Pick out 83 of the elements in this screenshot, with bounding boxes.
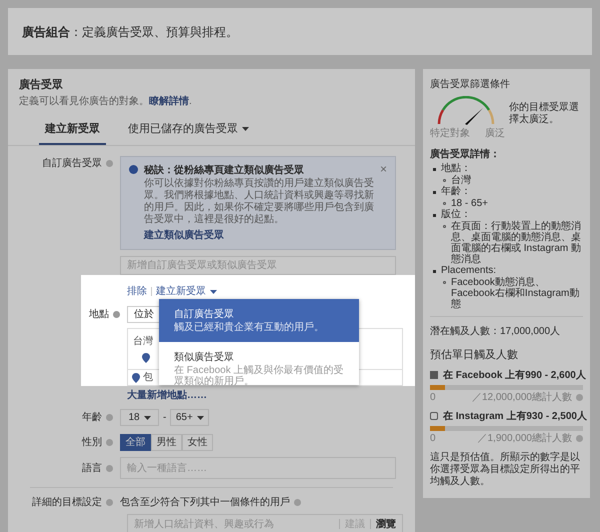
field-label: 語言	[82, 462, 102, 476]
bullet-icon	[443, 202, 446, 205]
section-title: 廣告受眾	[18, 78, 64, 93]
reach-min: 0	[430, 390, 436, 404]
gender-option[interactable]: 全部	[120, 434, 151, 451]
info-icon	[294, 499, 301, 506]
age-separator: -	[162, 411, 168, 425]
info-icon	[106, 160, 113, 167]
menu-item-title: 自訂廣告受眾	[174, 308, 235, 322]
language-field[interactable]: 輸入一種語言……	[120, 457, 396, 479]
reach-total: ／12,000,000總計人數	[472, 390, 572, 404]
page-title: 廣告組合：定義廣告受眾、預算與排程。	[22, 24, 238, 40]
gauge-drawing	[435, 96, 497, 126]
bullet-icon	[433, 168, 436, 170]
info-icon	[106, 414, 113, 421]
create-lookalike-link[interactable]: 建立類似廣告受眾	[144, 228, 374, 243]
info-icon	[106, 464, 113, 472]
detail-value: 18 - 65+	[451, 198, 488, 209]
browse-button[interactable]: 瀏覽	[371, 516, 396, 532]
age-min-select[interactable]: 18	[120, 409, 159, 426]
exclude-link[interactable]: 排除	[127, 284, 147, 299]
platform-reach: 在 Instagram 上有930 - 2,500人	[443, 410, 587, 424]
create-audience-link[interactable]: 建立新受眾	[156, 284, 217, 299]
pin-icon	[142, 353, 150, 363]
gauge-label: 廣泛	[485, 126, 505, 141]
bullet-icon	[443, 281, 446, 284]
age-max-select[interactable]: 65+	[170, 409, 210, 426]
reach-total: ／1,900,000總計人數	[478, 432, 572, 446]
detail-label: 版位：	[441, 209, 471, 221]
detail-value: 台灣	[451, 175, 471, 186]
menu-item-title: 類似廣告受眾	[174, 350, 235, 364]
include-label: 包	[143, 371, 153, 385]
reach-min: 0	[430, 432, 436, 446]
detail-label: Placements:	[441, 265, 496, 277]
caret-icon	[144, 416, 151, 420]
audience-tab[interactable]: 建立新受眾	[39, 120, 106, 145]
caret-icon	[196, 416, 204, 420]
field-label: 詳細的目標設定	[32, 496, 102, 510]
country-label: 台灣	[133, 334, 153, 349]
tip-title: 秘訣：從粉絲專頁建立類似廣告受眾	[144, 163, 305, 178]
bulk-add-link[interactable]: 大量新增地點……	[127, 388, 207, 403]
custom-audience-field[interactable]: 新增自訂廣告受眾或類似廣告受眾	[120, 256, 396, 275]
daily-reach-title: 預估單日觸及人數	[430, 348, 519, 363]
gender-option[interactable]: 女性	[182, 434, 213, 451]
gauge-label: 特定對象	[430, 126, 470, 141]
info-icon	[576, 394, 583, 400]
detail-label: 地點：	[441, 163, 471, 174]
section-subtitle: 定義可以看見你廣告的對象。瞭解詳情.	[18, 94, 193, 108]
pin-icon	[132, 372, 140, 382]
platform-reach: 在 Facebook 上有990 - 2,600人	[443, 368, 586, 382]
gender-option[interactable]: 男性	[151, 434, 182, 451]
estimate-note: 這只是預估值。所顯示的數字是以你選擇受眾為目標設定所得出的平均觸及人數。	[430, 452, 581, 488]
menu-item[interactable]: 類似廣告受眾 在 Facebook 上觸及與你最有價值的受眾類似的新用戶。	[159, 342, 359, 385]
info-icon	[129, 165, 138, 174]
sidebar-title: 廣告受眾篩選條件	[430, 78, 511, 92]
audience-tab[interactable]: 使用已儲存的廣告受眾	[122, 120, 255, 145]
info-icon	[106, 439, 113, 446]
field-label: 自訂廣告受眾	[42, 156, 102, 171]
tip-text: 你可以依據對你粉絲專頁按讚的用戶建立類似廣告受眾。我們將根據地點、人口統計資料或興趣等尋找新的用戶。因此，如果你不確定要將哪些用戶包含到廣告受眾中，這裡是很好的起點。	[144, 178, 374, 226]
detail-value: 在頁面：行動裝置上的動態消息、桌面電腦的動態消息、桌面電腦的右欄或 Instagram 動態消息	[451, 221, 582, 265]
field-label: 地點	[89, 308, 109, 322]
menu-item-description: 在 Facebook 上觸及與你最有價值的受眾類似的新用戶。	[174, 365, 344, 387]
field-placeholder: 新增人口統計資料、興趣或行為	[134, 518, 275, 532]
info-icon	[576, 434, 583, 442]
audience-verdict: 你的目標受眾選擇太廣泛。	[509, 102, 580, 127]
bullet-icon	[443, 179, 446, 182]
detail-label: 年齡：	[441, 186, 471, 198]
bullet-icon	[433, 270, 436, 272]
bullet-icon	[433, 214, 436, 216]
menu-item[interactable]: 自訂廣告受眾 觸及已經和貴企業有互動的用戶。	[159, 299, 359, 342]
info-icon	[106, 499, 113, 506]
caret-icon	[210, 290, 217, 294]
info-icon	[113, 311, 120, 318]
bullet-icon	[433, 190, 436, 194]
potential-reach: 潛在觸及人數：17,000,000人	[430, 325, 562, 339]
learn-more-link[interactable]: 瞭解詳情	[149, 96, 189, 106]
detailed-hint: 包含至少符合下列其中一個條件的用戶	[120, 496, 290, 510]
menu-item-description: 觸及已經和貴企業有互動的用戶。	[174, 322, 325, 333]
detail-value: Facebook動態消息、Facebook右欄和Instagram動態	[451, 277, 580, 310]
field-label: 性別	[82, 436, 102, 450]
field-label: 年齡	[82, 411, 102, 425]
bullet-icon	[443, 225, 446, 228]
details-title: 廣告受眾詳情：	[430, 147, 501, 162]
